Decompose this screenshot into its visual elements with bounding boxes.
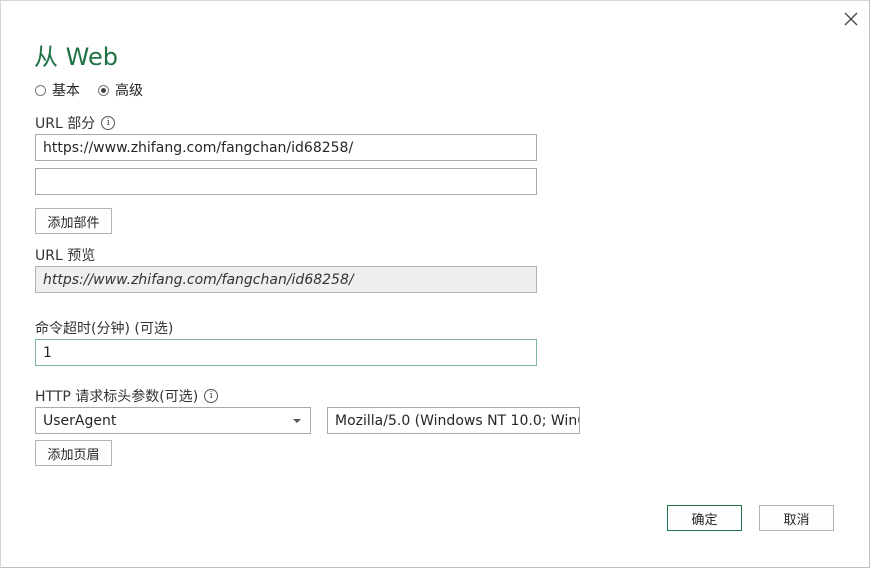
close-icon [844, 12, 858, 26]
chevron-down-icon [293, 419, 301, 423]
http-headers-label: HTTP 请求标头参数(可选) [35, 389, 199, 405]
ok-button[interactable]: 确定 [667, 505, 742, 531]
basic-radio-label: 基本 [52, 83, 80, 99]
http-headers-label-row: HTTP 请求标头参数(可选) i [35, 386, 219, 406]
timeout-input[interactable]: 1 [35, 339, 537, 366]
info-icon[interactable]: i [204, 389, 219, 403]
radio-circle-selected [98, 84, 109, 96]
header-value-input[interactable]: Mozilla/5.0 (Windows NT 10.0; Win64 [327, 407, 580, 434]
url-preview-field: https://www.zhifang.com/fangchan/id68258… [35, 266, 537, 293]
url-parts-label: URL 部分 [35, 116, 96, 132]
header-name-value: UserAgent [43, 412, 117, 429]
advanced-radio[interactable]: 高级 [98, 80, 143, 100]
mode-radio-group: 基本 高级 [35, 80, 161, 100]
from-web-dialog: 从 Web 基本 高级 URL 部分 i https://www.zhifang… [0, 0, 870, 568]
radio-circle [35, 84, 46, 96]
timeout-label: 命令超时(分钟) (可选) [35, 321, 174, 337]
add-part-button[interactable]: 添加部件 [35, 208, 112, 234]
basic-radio[interactable]: 基本 [35, 80, 80, 100]
url-part-2-input[interactable] [35, 168, 537, 195]
url-parts-label-row: URL 部分 i [35, 113, 116, 133]
cancel-button[interactable]: 取消 [759, 505, 834, 531]
info-icon[interactable]: i [101, 116, 116, 130]
url-part-1-input[interactable]: https://www.zhifang.com/fangchan/id68258… [35, 134, 537, 161]
close-button[interactable] [841, 9, 861, 29]
dialog-title: 从 Web [34, 43, 118, 71]
add-header-button[interactable]: 添加页眉 [35, 440, 112, 466]
url-preview-label: URL 预览 [35, 248, 96, 264]
advanced-radio-label: 高级 [115, 83, 143, 99]
header-name-select[interactable]: UserAgent [35, 407, 311, 434]
